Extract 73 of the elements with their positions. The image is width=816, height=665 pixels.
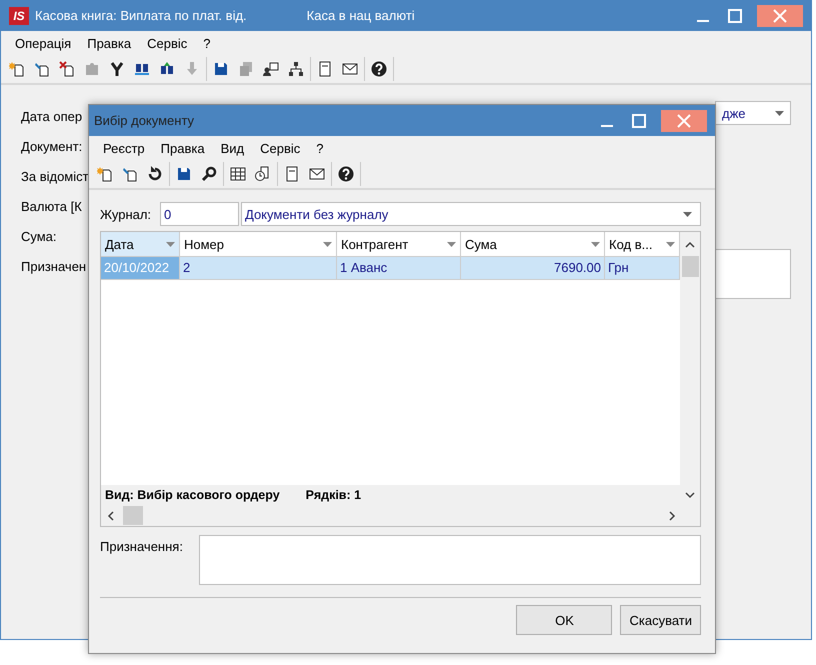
edit-document-icon[interactable] bbox=[34, 61, 50, 77]
menu-item[interactable]: Реєстр bbox=[95, 140, 153, 156]
clock-icon[interactable] bbox=[255, 166, 271, 182]
scrollbar-thumb[interactable] bbox=[123, 506, 143, 525]
status-text: Рядків: 1 bbox=[306, 488, 362, 502]
save-icon[interactable] bbox=[176, 166, 192, 182]
menu-item[interactable]: Операція bbox=[7, 36, 80, 50]
close-button[interactable] bbox=[757, 4, 803, 26]
columns-up-icon[interactable] bbox=[159, 61, 175, 77]
field-label: Валюта [К bbox=[21, 198, 82, 214]
scroll-right-icon[interactable] bbox=[668, 510, 676, 520]
table-icon[interactable] bbox=[230, 166, 246, 182]
refresh-icon[interactable] bbox=[147, 166, 163, 182]
field-label: Призначен bbox=[21, 259, 86, 274]
page-icon[interactable] bbox=[284, 166, 300, 182]
search-icon[interactable] bbox=[201, 166, 217, 182]
scrollbar-thumb[interactable] bbox=[682, 256, 698, 277]
help-icon[interactable] bbox=[338, 166, 354, 182]
caret-icon bbox=[591, 242, 600, 246]
table-cell: 20/10/2022 bbox=[101, 257, 180, 279]
field-label: Призначення: bbox=[100, 538, 184, 556]
app-logo: IS bbox=[9, 6, 29, 24]
caret-icon bbox=[323, 242, 332, 246]
maximize-icon[interactable] bbox=[728, 8, 742, 22]
new-document-icon[interactable] bbox=[9, 61, 25, 77]
window-subtitle: Каса в нац валюті bbox=[306, 8, 415, 23]
caret-icon bbox=[775, 110, 784, 116]
mail-icon[interactable] bbox=[309, 166, 325, 182]
table-cell: 7690.00 bbox=[461, 257, 605, 279]
menu-item[interactable]: ? bbox=[308, 140, 332, 156]
dropdown-field[interactable]: дже bbox=[715, 101, 791, 125]
close-button[interactable] bbox=[661, 110, 707, 132]
dialog-button[interactable]: OK bbox=[516, 605, 612, 635]
caret-icon bbox=[447, 242, 456, 246]
field-label: За відоміст bbox=[21, 168, 89, 184]
close-icon bbox=[676, 112, 692, 128]
table-cell: 1 Аванс bbox=[337, 257, 461, 279]
new-document-icon[interactable] bbox=[97, 166, 113, 182]
caret-icon bbox=[683, 212, 692, 216]
page-icon[interactable] bbox=[317, 61, 333, 77]
close-icon bbox=[772, 8, 788, 24]
field-label: Дата опер bbox=[21, 108, 82, 124]
table-cell: 2 bbox=[180, 257, 337, 279]
dialog-title: Вибір документу bbox=[93, 113, 196, 128]
menu-item[interactable]: Правка bbox=[79, 36, 140, 50]
delete-document-icon[interactable] bbox=[59, 61, 75, 77]
maximize-icon[interactable] bbox=[632, 114, 646, 128]
caret-icon bbox=[666, 242, 675, 246]
menu-item[interactable]: Сервіс bbox=[252, 140, 308, 156]
columns-icon[interactable] bbox=[134, 61, 150, 77]
menu-item[interactable]: ? bbox=[195, 36, 219, 50]
caret-icon bbox=[166, 242, 175, 246]
field-label: Документ: bbox=[21, 138, 82, 154]
hierarchy-icon[interactable] bbox=[288, 61, 304, 77]
users-icon[interactable] bbox=[263, 61, 279, 77]
branch-icon[interactable] bbox=[109, 61, 125, 77]
field-label: Журнал: bbox=[100, 206, 152, 222]
journal-code-field[interactable]: 0 bbox=[160, 202, 239, 226]
menu-item[interactable]: Вид bbox=[212, 140, 252, 156]
help-icon[interactable] bbox=[371, 61, 387, 77]
window-title: Касова книга: Виплата по плат. від. bbox=[35, 8, 247, 23]
mail-icon[interactable] bbox=[342, 61, 358, 77]
dialog-button[interactable]: Скасувати bbox=[620, 605, 701, 635]
menu-item[interactable]: Правка bbox=[152, 140, 213, 156]
field-label: Сума: bbox=[21, 228, 57, 244]
menu-item[interactable]: Сервіс bbox=[139, 36, 196, 50]
status-text: Вид: Вибір касового ордеру bbox=[105, 488, 280, 502]
column-header[interactable]: Дата bbox=[101, 232, 180, 256]
save-icon[interactable] bbox=[213, 61, 229, 77]
edit-document-icon[interactable] bbox=[122, 166, 138, 182]
journal-dropdown[interactable]: Документи без журналу bbox=[241, 202, 701, 226]
scroll-left-icon[interactable] bbox=[107, 510, 115, 520]
table-row[interactable]: 20/10/2022 2 1 Аванс 7690.00 Грн bbox=[101, 257, 680, 280]
